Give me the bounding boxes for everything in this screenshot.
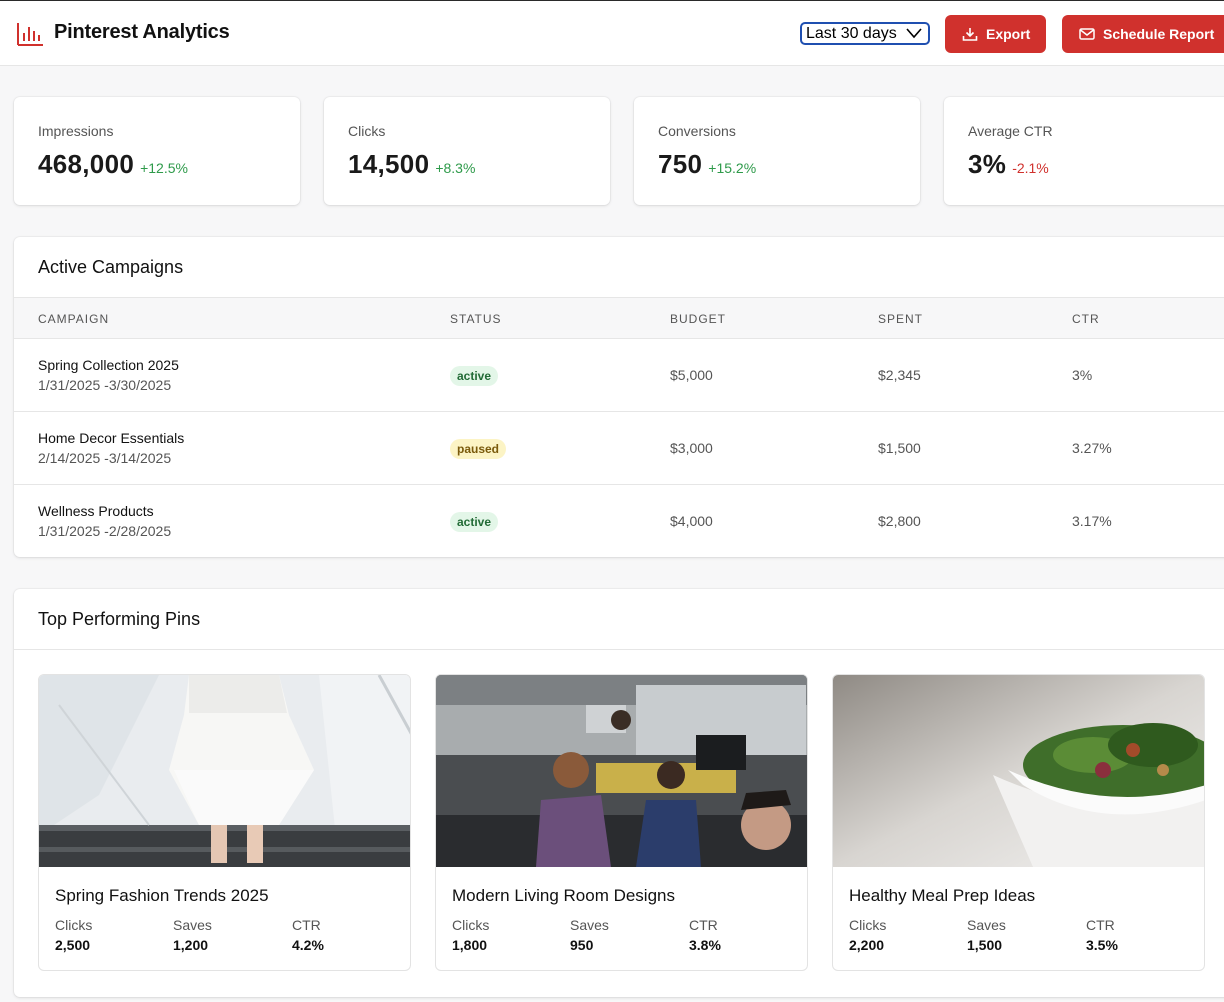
- metric-change: +12.5%: [140, 160, 188, 176]
- metric-change: +15.2%: [708, 160, 757, 176]
- pin-ctr: 4.2%: [292, 937, 324, 953]
- campaign-dates: 2/14/2025 -3/14/2025: [38, 450, 172, 466]
- pins-panel: Top Performing Pins Spring Fashion Trend…: [14, 589, 1224, 997]
- campaign-budget: $3,000: [670, 440, 713, 456]
- pin-ctr: 3.5%: [1086, 937, 1118, 953]
- campaigns-title: Active Campaigns: [38, 257, 184, 277]
- metric-value: 14,500: [348, 149, 430, 179]
- chevron-down-icon: [906, 28, 922, 39]
- metric-value-wrap: 750 +15.2%: [658, 149, 756, 180]
- metric-value-wrap: 468,000 +12.5%: [38, 149, 188, 180]
- pin-stat-label-clicks: Clicks: [55, 917, 93, 933]
- metric-label: Impressions: [38, 123, 114, 139]
- campaigns-table-header: CAMPAIGN STATUS BUDGET SPENT CTR: [14, 298, 1224, 339]
- campaign-name: Wellness Products: [38, 503, 154, 519]
- metric-value: 750: [658, 149, 703, 179]
- column-header-ctr: CTR: [1072, 312, 1100, 326]
- pin-saves: 1,500: [967, 937, 1003, 953]
- campaigns-table-body: Spring Collection 2025 1/31/2025 -3/30/2…: [14, 339, 1224, 557]
- table-row[interactable]: Home Decor Essentials 2/14/2025 -3/14/20…: [14, 412, 1224, 485]
- pin-image-office: [436, 675, 807, 867]
- date-range-select[interactable]: Last 30 days: [800, 22, 930, 45]
- pin-stat-label-ctr: CTR: [292, 917, 321, 933]
- export-label: Export: [986, 26, 1031, 42]
- app-title: Pinterest Analytics: [54, 21, 230, 43]
- schedule-report-label: Schedule Report: [1103, 26, 1215, 42]
- mail-icon: [1079, 28, 1095, 40]
- pin-ctr: 3.8%: [689, 937, 721, 953]
- campaign-ctr: 3.27%: [1072, 440, 1112, 456]
- status-badge: active: [450, 366, 499, 386]
- table-row[interactable]: Wellness Products 1/31/2025 -2/28/2025 a…: [14, 485, 1224, 558]
- pin-saves: 950: [570, 937, 594, 953]
- pin-stat-label-clicks: Clicks: [849, 917, 887, 933]
- status-badge: paused: [450, 439, 507, 459]
- metric-card-clicks: Clicks 14,500 +8.3%: [324, 97, 610, 205]
- table-row[interactable]: Spring Collection 2025 1/31/2025 -3/30/2…: [14, 339, 1224, 412]
- metric-change: -2.1%: [1012, 160, 1049, 176]
- pin-clicks: 2,200: [849, 937, 885, 953]
- pin-clicks: 2,500: [55, 937, 91, 953]
- pin-stat-label-saves: Saves: [173, 917, 212, 933]
- metric-card-average-ctr: Average CTR 3% -2.1%: [944, 97, 1224, 205]
- pin-stat-label-ctr: CTR: [1086, 917, 1115, 933]
- metric-value-wrap: 14,500 +8.3%: [348, 149, 475, 180]
- pin-stat-label-ctr: CTR: [689, 917, 718, 933]
- campaign-name: Spring Collection 2025: [38, 357, 179, 373]
- metric-value: 3%: [968, 149, 1007, 179]
- pin-stat-label-saves: Saves: [570, 917, 609, 933]
- app-header: Pinterest Analytics Last 30 days Export …: [0, 1, 1224, 66]
- column-header-spent: SPENT: [878, 312, 924, 326]
- campaigns-panel: Active Campaigns CAMPAIGN STATUS BUDGET …: [14, 237, 1224, 557]
- campaign-dates: 1/31/2025 -3/30/2025: [38, 377, 172, 393]
- divider: [14, 649, 1224, 650]
- campaign-budget: $4,000: [670, 513, 713, 529]
- bar-chart-icon: [17, 23, 43, 46]
- campaign-spent: $1,500: [878, 440, 921, 456]
- campaign-budget: $5,000: [670, 367, 713, 383]
- metric-label: Clicks: [348, 123, 386, 139]
- pin-image-salad: [833, 675, 1204, 867]
- status-badge: active: [450, 512, 499, 532]
- pin-card[interactable]: Healthy Meal Prep Ideas Clicks 2,200 Sav…: [832, 674, 1205, 971]
- campaign-ctr: 3%: [1072, 367, 1093, 383]
- column-header-campaign: CAMPAIGN: [38, 312, 110, 326]
- column-header-status: STATUS: [450, 312, 502, 326]
- campaign-spent: $2,345: [878, 367, 921, 383]
- export-button[interactable]: Export: [945, 15, 1046, 53]
- pin-title: Spring Fashion Trends 2025: [55, 886, 269, 905]
- campaign-name: Home Decor Essentials: [38, 430, 185, 446]
- pin-title: Healthy Meal Prep Ideas: [849, 886, 1036, 905]
- metric-card-conversions: Conversions 750 +15.2%: [634, 97, 920, 205]
- pin-clicks: 1,800: [452, 937, 488, 953]
- metric-label: Conversions: [658, 123, 736, 139]
- campaign-ctr: 3.17%: [1072, 513, 1112, 529]
- schedule-report-button[interactable]: Schedule Report: [1062, 15, 1224, 53]
- campaign-dates: 1/31/2025 -2/28/2025: [38, 523, 172, 539]
- pin-card[interactable]: Spring Fashion Trends 2025 Clicks 2,500 …: [38, 674, 411, 971]
- metric-card-impressions: Impressions 468,000 +12.5%: [14, 97, 300, 205]
- pin-image-fashion: [39, 675, 410, 867]
- pin-card[interactable]: Modern Living Room Designs Clicks 1,800 …: [435, 674, 808, 971]
- pin-stat-label-clicks: Clicks: [452, 917, 490, 933]
- metric-change: +8.3%: [435, 160, 476, 176]
- pin-stat-label-saves: Saves: [967, 917, 1006, 933]
- pins-title: Top Performing Pins: [38, 609, 201, 629]
- pin-saves: 1,200: [173, 937, 209, 953]
- pin-title: Modern Living Room Designs: [452, 886, 675, 905]
- column-header-budget: BUDGET: [670, 312, 727, 326]
- metric-label: Average CTR: [968, 123, 1053, 139]
- metric-value: 468,000: [38, 149, 135, 179]
- download-icon: [962, 28, 978, 41]
- metric-value-wrap: 3% -2.1%: [968, 149, 1049, 180]
- date-range-value: Last 30 days: [806, 25, 897, 42]
- campaign-spent: $2,800: [878, 513, 921, 529]
